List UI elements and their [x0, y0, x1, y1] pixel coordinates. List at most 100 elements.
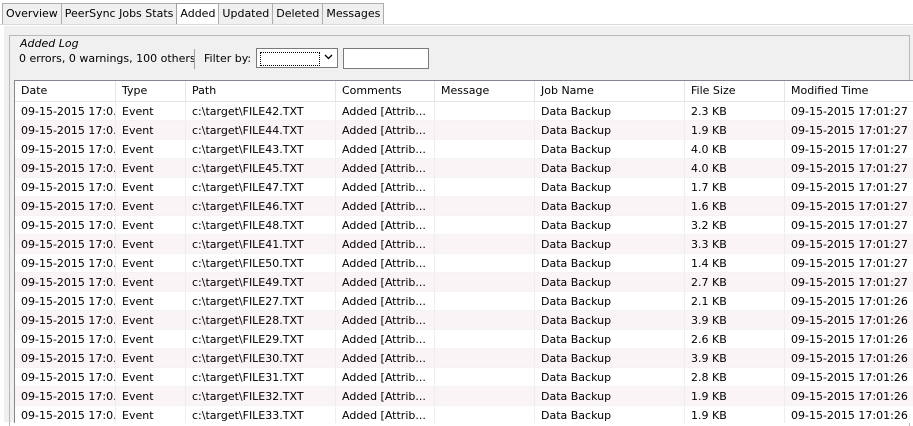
column-header-comments[interactable]: Comments — [336, 81, 435, 101]
cell-modified-time: 09-15-2015 17:01:26 — [785, 330, 913, 349]
cell-type: Event — [116, 102, 186, 121]
table-row[interactable]: 09-15-2015 17:0... Event c:\target\FILE42.… — [15, 102, 913, 121]
cell-path: c:\target\FILE44.TXT — [186, 121, 336, 140]
cell-path: c:\target\FILE48.TXT — [186, 216, 336, 235]
cell-job-name: Data Backup — [535, 197, 685, 216]
filter-text-input[interactable] — [343, 48, 429, 69]
table-row[interactable]: 09-15-2015 17:0... Event c:\target\FILE46.… — [15, 197, 913, 216]
cell-type: Event — [116, 254, 186, 273]
cell-path: c:\target\FILE27.TXT — [186, 292, 336, 311]
cell-job-name: Data Backup — [535, 349, 685, 368]
table-row[interactable]: 09-15-2015 17:0... Event c:\target\FILE29.… — [15, 330, 913, 349]
column-header-modified-time[interactable]: Modified Time — [785, 81, 913, 101]
cell-date: 09-15-2015 17:0... — [15, 178, 116, 197]
cell-comments: Added [Attrib... — [336, 197, 435, 216]
cell-modified-time: 09-15-2015 17:01:27 — [785, 235, 913, 254]
cell-type: Event — [116, 178, 186, 197]
column-header-job-name[interactable]: Job Name — [535, 81, 685, 101]
cell-modified-time: 09-15-2015 17:01:26 — [785, 406, 913, 423]
cell-job-name: Data Backup — [535, 330, 685, 349]
cell-comments: Added [Attrib... — [336, 292, 435, 311]
cell-comments: Added [Attrib... — [336, 406, 435, 423]
cell-file-size: 2.8 KB — [685, 368, 785, 387]
table-row[interactable]: 09-15-2015 17:0... Event c:\target\FILE31.… — [15, 368, 913, 387]
cell-comments: Added [Attrib... — [336, 235, 435, 254]
cell-date: 09-15-2015 17:0... — [15, 292, 116, 311]
table-row[interactable]: 09-15-2015 17:0... Event c:\target\FILE47.… — [15, 178, 913, 197]
cell-type: Event — [116, 159, 186, 178]
cell-file-size: 3.3 KB — [685, 235, 785, 254]
cell-message — [435, 102, 535, 121]
group-title: Added Log — [17, 37, 82, 50]
added-log-table[interactable]: Date Type Path Comments Message Job Name… — [14, 80, 913, 423]
table-row[interactable]: 09-15-2015 17:0... Event c:\target\FILE43.… — [15, 140, 913, 159]
column-header-type[interactable]: Type — [116, 81, 186, 101]
cell-comments: Added [Attrib... — [336, 121, 435, 140]
tab-peersync-jobs-stats[interactable]: PeerSync Jobs Stats — [60, 3, 178, 24]
cell-job-name: Data Backup — [535, 406, 685, 423]
cell-job-name: Data Backup — [535, 235, 685, 254]
cell-path: c:\target\FILE42.TXT — [186, 102, 336, 121]
column-header-message[interactable]: Message — [435, 81, 535, 101]
cell-modified-time: 09-15-2015 17:01:27 — [785, 140, 913, 159]
cell-file-size: 1.4 KB — [685, 254, 785, 273]
cell-type: Event — [116, 349, 186, 368]
cell-date: 09-15-2015 17:0... — [15, 140, 116, 159]
table-row[interactable]: 09-15-2015 17:0... Event c:\target\FILE32.… — [15, 387, 913, 406]
cell-file-size: 1.9 KB — [685, 406, 785, 423]
cell-modified-time: 09-15-2015 17:01:26 — [785, 292, 913, 311]
table-row[interactable]: 09-15-2015 17:0... Event c:\target\FILE33.… — [15, 406, 913, 423]
table-row[interactable]: 09-15-2015 17:0... Event c:\target\FILE41.… — [15, 235, 913, 254]
cell-type: Event — [116, 387, 186, 406]
column-header-date[interactable]: Date — [15, 81, 116, 101]
cell-modified-time: 09-15-2015 17:01:26 — [785, 368, 913, 387]
table-row[interactable]: 09-15-2015 17:0... Event c:\target\FILE48.… — [15, 216, 913, 235]
cell-modified-time: 09-15-2015 17:01:27 — [785, 159, 913, 178]
cell-comments: Added [Attrib... — [336, 273, 435, 292]
cell-date: 09-15-2015 17:0... — [15, 273, 116, 292]
column-header-path[interactable]: Path — [186, 81, 336, 101]
cell-message — [435, 368, 535, 387]
table-row[interactable]: 09-15-2015 17:0... Event c:\target\FILE50.… — [15, 254, 913, 273]
cell-message — [435, 387, 535, 406]
cell-message — [435, 349, 535, 368]
tab-updated[interactable]: Updated — [218, 3, 274, 24]
table-row[interactable]: 09-15-2015 17:0... Event c:\target\FILE45.… — [15, 159, 913, 178]
filter-dropdown[interactable] — [256, 48, 338, 68]
tab-added[interactable]: Added — [176, 3, 220, 25]
table-header: Date Type Path Comments Message Job Name… — [15, 81, 913, 102]
cell-date: 09-15-2015 17:0... — [15, 311, 116, 330]
table-row[interactable]: 09-15-2015 17:0... Event c:\target\FILE49.… — [15, 273, 913, 292]
table-row[interactable]: 09-15-2015 17:0... Event c:\target\FILE30.… — [15, 349, 913, 368]
table-row[interactable]: 09-15-2015 17:0... Event c:\target\FILE28.… — [15, 311, 913, 330]
cell-path: c:\target\FILE32.TXT — [186, 387, 336, 406]
status-summary: 0 errors, 0 warnings, 100 others — [19, 52, 196, 65]
cell-date: 09-15-2015 17:0... — [15, 368, 116, 387]
tab-overview[interactable]: Overview — [2, 3, 62, 24]
table-row[interactable]: 09-15-2015 17:0... Event c:\target\FILE27.… — [15, 292, 913, 311]
cell-type: Event — [116, 292, 186, 311]
cell-message — [435, 159, 535, 178]
tab-divider — [0, 24, 913, 25]
cell-file-size: 1.6 KB — [685, 197, 785, 216]
tab-messages[interactable]: Messages — [322, 3, 385, 24]
cell-modified-time: 09-15-2015 17:01:27 — [785, 273, 913, 292]
cell-job-name: Data Backup — [535, 102, 685, 121]
cell-path: c:\target\FILE30.TXT — [186, 349, 336, 368]
cell-file-size: 2.6 KB — [685, 330, 785, 349]
cell-job-name: Data Backup — [535, 121, 685, 140]
table-row[interactable]: 09-15-2015 17:0... Event c:\target\FILE44.… — [15, 121, 913, 140]
cell-modified-time: 09-15-2015 17:01:27 — [785, 254, 913, 273]
column-header-file-size[interactable]: File Size — [685, 81, 785, 101]
cell-type: Event — [116, 273, 186, 292]
cell-modified-time: 09-15-2015 17:01:26 — [785, 387, 913, 406]
chevron-down-icon[interactable] — [322, 51, 334, 65]
cell-date: 09-15-2015 17:0... — [15, 159, 116, 178]
cell-message — [435, 273, 535, 292]
cell-modified-time: 09-15-2015 17:01:27 — [785, 102, 913, 121]
cell-path: c:\target\FILE33.TXT — [186, 406, 336, 423]
cell-modified-time: 09-15-2015 17:01:27 — [785, 197, 913, 216]
cell-job-name: Data Backup — [535, 387, 685, 406]
tab-deleted[interactable]: Deleted — [272, 3, 324, 24]
cell-message — [435, 216, 535, 235]
